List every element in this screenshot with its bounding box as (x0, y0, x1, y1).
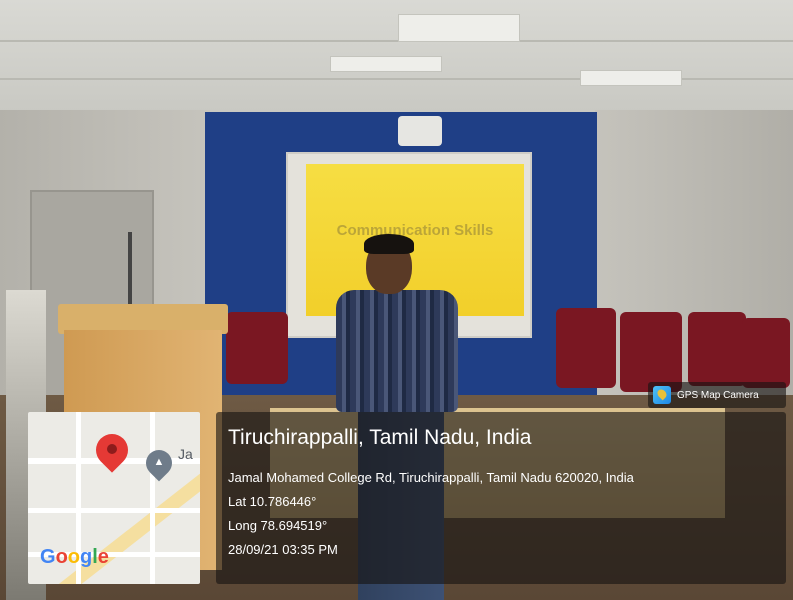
location-pin-dot (107, 444, 117, 454)
microphone-stand (128, 232, 132, 306)
chair (226, 312, 288, 384)
app-name: GPS Map Camera (677, 389, 759, 401)
location-address: Jamal Mohamed College Rd, Tiruchirappall… (228, 470, 634, 485)
map-road (28, 508, 200, 513)
ceiling-light (330, 56, 442, 72)
map-place-label: Ja (178, 446, 193, 462)
chair (688, 312, 746, 386)
ceiling-tile-line (0, 40, 793, 42)
google-logo-letter: e (97, 546, 109, 568)
location-title: Tiruchirappalli, Tamil Nadu, India (228, 426, 532, 449)
map-road (150, 412, 155, 584)
ceiling-light (398, 14, 520, 42)
google-logo-letter: G (40, 546, 56, 568)
chair (556, 308, 616, 388)
slide-title: Communication Skills (336, 222, 494, 239)
timestamp: 28/09/21 03:35 PM (228, 542, 338, 557)
google-logo-letter: o (55, 546, 68, 568)
longitude: Long 78.694519° (228, 518, 328, 533)
google-logo-letter: g (80, 546, 93, 568)
chair (742, 318, 790, 388)
graduation-cap-icon: ▲ (153, 456, 165, 468)
google-logo: Google (40, 546, 109, 569)
speaker-hair (364, 234, 414, 254)
projector (398, 116, 442, 146)
gps-map-camera-icon (653, 386, 671, 404)
gps-map-camera-badge: GPS Map Camera (648, 382, 786, 408)
ceiling-light (580, 70, 682, 86)
latitude: Lat 10.786446° (228, 494, 317, 509)
speaker-shirt (336, 290, 458, 412)
chair (620, 312, 682, 392)
google-logo-letter: o (67, 546, 80, 568)
